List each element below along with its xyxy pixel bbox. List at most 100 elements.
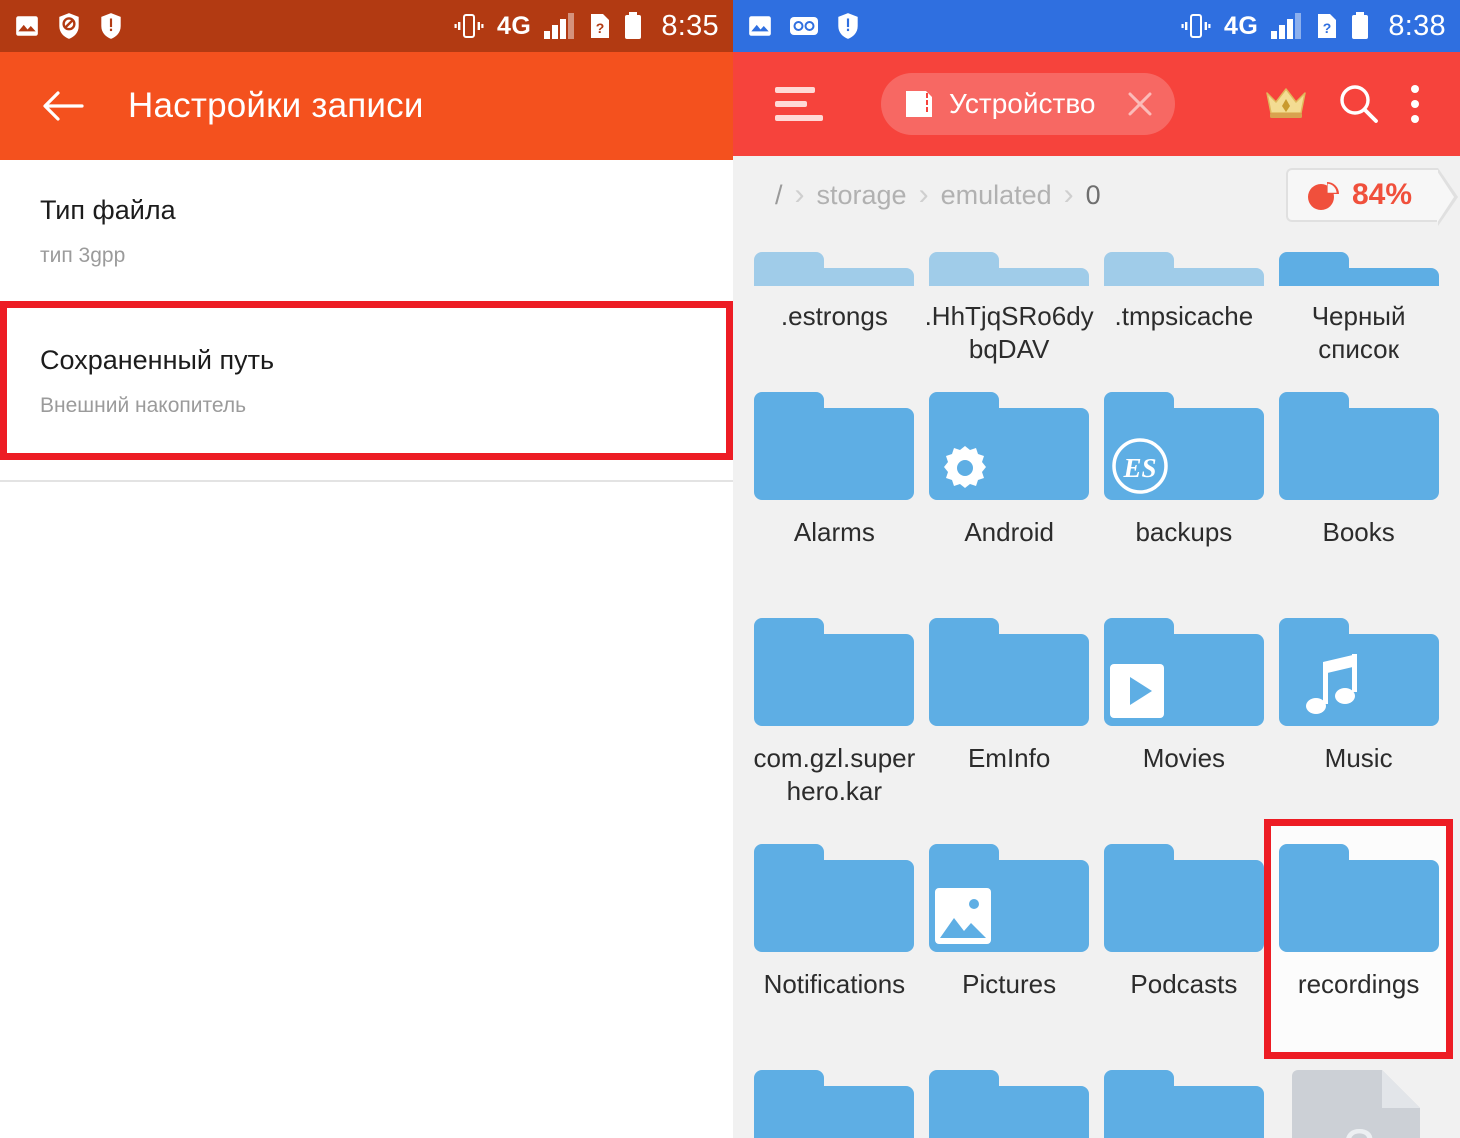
setting-title: Сохраненный путь <box>40 345 275 375</box>
setting-subtitle: тип 3gpp <box>40 243 126 267</box>
network-type-label: 4G <box>1223 11 1259 40</box>
voicemail-icon <box>789 14 819 38</box>
setting-row-saved-path[interactable]: Сохраненный путь Внешний накопитель <box>7 308 726 453</box>
storage-usage-badge[interactable]: 84% <box>1285 168 1459 226</box>
file-item-com-gzl-superhero-kar[interactable]: com.gzl.superhero.kar <box>747 600 922 826</box>
setting-title: Тип файла <box>40 195 176 225</box>
file-item[interactable] <box>922 1052 1097 1138</box>
breadcrumb-segments: / › storage › emulated › 0 <box>775 180 1101 211</box>
left-status-notification-icons <box>14 12 124 40</box>
sim-question-icon: ? <box>589 12 611 40</box>
file-item[interactable] <box>747 1052 922 1138</box>
image-icon <box>14 13 40 39</box>
folder-icon <box>1273 386 1445 502</box>
svg-text:?: ? <box>1343 1117 1374 1138</box>
left-panel-recorder-settings: 4G ? 8:35 Настройки записи Тип файла тип… <box>0 0 733 1138</box>
sim-question-icon: ? <box>1316 12 1338 40</box>
file-item-pictures[interactable]: Pictures <box>922 826 1097 1052</box>
clock-label: 8:38 <box>1388 9 1446 42</box>
file-item-eminfo[interactable]: EmInfo <box>922 600 1097 826</box>
clock-label: 8:35 <box>661 9 719 42</box>
folder-icon <box>1098 838 1270 954</box>
setting-subtitle: Внешний накопитель <box>40 393 247 417</box>
left-settings-list: Тип файла тип 3gpp Сохраненный путь Внеш… <box>0 160 733 482</box>
file-item-estrongs[interactable]: ES .estrongs <box>747 234 922 374</box>
close-icon[interactable] <box>1125 89 1155 119</box>
warning-shield-icon <box>98 12 124 40</box>
file-item-recordings[interactable]: recordings <box>1264 819 1453 1059</box>
network-type-label: 4G <box>496 11 532 40</box>
storage-usage-percent: 84% <box>1351 178 1412 211</box>
image-icon <box>747 13 773 39</box>
file-item-tmpsicache[interactable]: .tmpsicache <box>1097 234 1272 374</box>
folder-icon <box>923 386 1095 502</box>
file-item-label: backups <box>1135 517 1233 547</box>
folder-icon <box>1098 612 1270 728</box>
file-item-label: Черный список <box>1311 301 1406 365</box>
file-item[interactable]: ? <box>1271 1052 1446 1138</box>
explorer-app-bar: Устройство <box>733 52 1460 156</box>
left-status-bar: 4G ? 8:35 <box>0 0 733 52</box>
svg-text:?: ? <box>1323 20 1332 36</box>
breadcrumb-segment-storage[interactable]: storage <box>817 180 907 211</box>
file-item-[interactable]: Черный список <box>1271 234 1446 374</box>
file-item-label: Alarms <box>793 517 875 547</box>
file-item-label: recordings <box>1297 969 1420 999</box>
right-status-bar: 4G ? 8:38 <box>733 0 1460 52</box>
hamburger-icon[interactable] <box>775 75 833 133</box>
breadcrumb-segment-emulated[interactable]: emulated <box>941 180 1052 211</box>
file-icon: ? <box>1284 1064 1434 1138</box>
file-item[interactable] <box>1097 1052 1272 1138</box>
right-status-system-icons: 4G ? 8:38 <box>1181 10 1446 43</box>
right-panel-file-explorer: 4G ? 8:38 Устройство / › storage › emula… <box>733 0 1460 1138</box>
file-item-android[interactable]: Android <box>922 374 1097 600</box>
page-title: Настройки записи <box>128 86 424 125</box>
tab-device[interactable]: Устройство <box>881 73 1176 135</box>
breadcrumb-segment-0[interactable]: 0 <box>1086 180 1101 211</box>
highlight-box-saved-path: Сохраненный путь Внешний накопитель <box>0 301 733 460</box>
dual-screenshot: 4G ? 8:35 Настройки записи Тип файла тип… <box>0 0 1460 1138</box>
folder-icon <box>1273 612 1445 728</box>
search-icon[interactable] <box>1336 81 1382 127</box>
folder-icon <box>748 612 920 728</box>
folder-icon: ES <box>1098 386 1270 502</box>
right-status-notification-icons <box>747 12 861 40</box>
folder-icon <box>1098 246 1270 286</box>
folder-icon <box>1273 246 1445 286</box>
vibrate-icon <box>454 12 484 40</box>
breadcrumb-root[interactable]: / <box>775 180 783 211</box>
chevron-right-icon: › <box>1063 178 1074 211</box>
file-item-backups[interactable]: ES backups <box>1097 374 1272 600</box>
file-item-music[interactable]: Music <box>1271 600 1446 826</box>
sdcard-icon <box>903 89 935 119</box>
folder-icon <box>923 838 1095 954</box>
file-item-label: .estrongs <box>780 301 888 331</box>
file-item-podcasts[interactable]: Podcasts <box>1097 826 1272 1052</box>
file-item-label: Movies <box>1142 743 1226 773</box>
file-item-label: EmInfo <box>967 743 1051 773</box>
crown-icon[interactable] <box>1262 84 1310 124</box>
more-vertical-icon[interactable] <box>1408 81 1422 127</box>
file-item-notifications[interactable]: Notifications <box>747 826 922 1052</box>
pie-chart-icon <box>1306 178 1340 212</box>
explorer-actions <box>1262 81 1438 127</box>
file-item-alarms[interactable]: Alarms <box>747 374 922 600</box>
file-item-label: Podcasts <box>1130 969 1238 999</box>
file-item-movies[interactable]: Movies <box>1097 600 1272 826</box>
battery-icon <box>1351 12 1369 40</box>
breadcrumb: / › storage › emulated › 0 84% <box>733 156 1460 234</box>
setting-row-file-type[interactable]: Тип файла тип 3gpp <box>0 160 733 299</box>
folder-icon <box>748 1064 920 1138</box>
block-shield-icon <box>56 12 82 40</box>
file-item-label: com.gzl.superhero.kar <box>753 743 916 807</box>
file-item-label: Android <box>964 517 1054 547</box>
signal-bars-icon <box>544 13 576 39</box>
svg-text:?: ? <box>596 20 605 36</box>
file-item-hhtjqsro6dybqdav[interactable]: .HhTjqSRo6dybqDAV <box>922 234 1097 374</box>
file-item-label: Music <box>1324 743 1393 773</box>
file-item-books[interactable]: Books <box>1271 374 1446 600</box>
list-divider <box>0 480 733 482</box>
file-item-label: Pictures <box>962 969 1057 999</box>
warning-shield-icon <box>835 12 861 40</box>
back-arrow-icon[interactable] <box>40 83 86 129</box>
